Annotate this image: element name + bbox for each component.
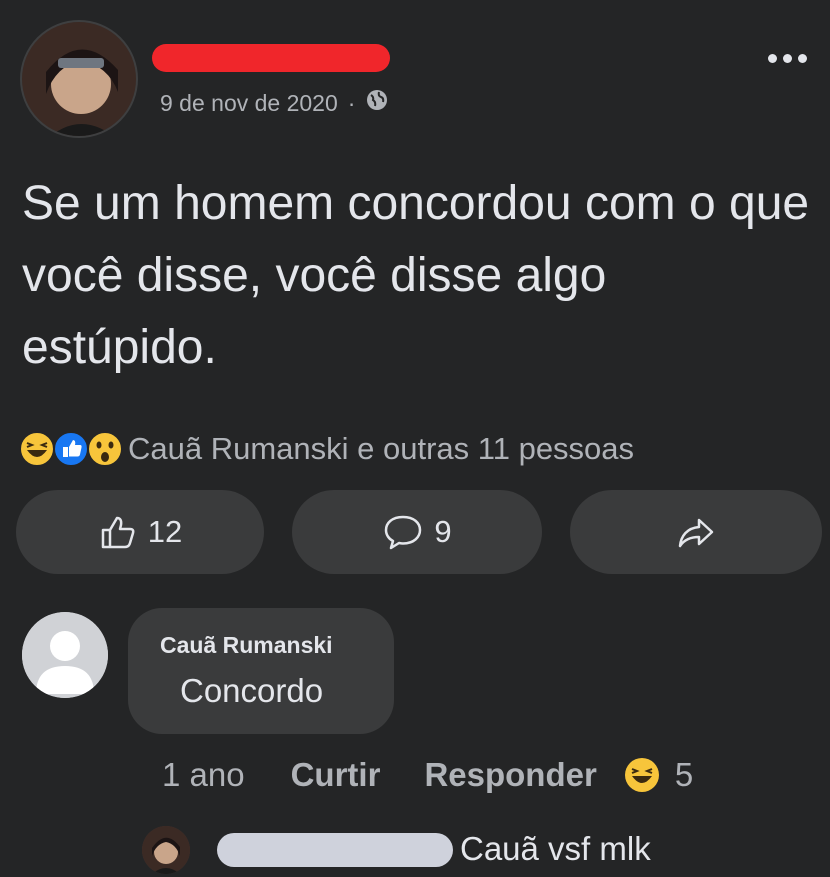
reactions-summary[interactable]: Cauã Rumanski e outras 11 pessoas — [18, 430, 634, 468]
commenter-avatar[interactable] — [22, 612, 108, 698]
comment-meta: 1 ano Curtir Responder 5 — [162, 756, 693, 794]
like-icon — [53, 431, 89, 467]
comment-reply-link[interactable]: Responder — [424, 756, 596, 794]
post-date[interactable]: 9 de nov de 2020 — [160, 90, 338, 117]
reaction-icons — [18, 430, 123, 468]
post-meta: 9 de nov de 2020 · — [160, 88, 389, 118]
thumbs-up-icon — [101, 516, 135, 549]
comment-like-link[interactable]: Curtir — [291, 756, 381, 794]
like-button[interactable]: 12 — [16, 490, 264, 574]
comment-reaction-count[interactable]: 5 — [675, 756, 693, 794]
reply-text: Cauã vsf mlk — [460, 830, 651, 867]
comment-button[interactable]: 9 — [292, 490, 542, 574]
wow-icon — [87, 431, 123, 467]
more-options-button[interactable] — [768, 48, 812, 68]
globe-icon — [365, 88, 389, 118]
haha-icon — [19, 431, 55, 467]
comment-text: Concordo — [180, 672, 324, 709]
share-button[interactable] — [570, 490, 822, 574]
reactions-text[interactable]: Cauã Rumanski e outras 11 pessoas — [128, 431, 634, 467]
like-count: 12 — [147, 514, 183, 549]
dot-icon — [768, 53, 777, 63]
dot-icon — [798, 53, 807, 63]
reply-author-avatar[interactable] — [142, 826, 190, 874]
author-avatar[interactable] — [20, 20, 138, 138]
author-name-redacted[interactable] — [152, 44, 390, 72]
haha-icon — [624, 758, 659, 792]
post-text: Se um homem concordou com o que você dis… — [22, 177, 810, 374]
comment-author[interactable]: Cauã Rumanski — [160, 632, 333, 659]
comment-time[interactable]: 1 ano — [162, 756, 245, 794]
comment-count: 9 — [434, 514, 452, 549]
share-icon — [678, 518, 714, 548]
comment-icon — [385, 515, 422, 550]
reply-author-name-redacted[interactable] — [217, 833, 453, 867]
dot-icon — [783, 53, 792, 63]
meta-separator: · — [347, 89, 356, 116]
comment-bubble[interactable] — [128, 608, 394, 734]
